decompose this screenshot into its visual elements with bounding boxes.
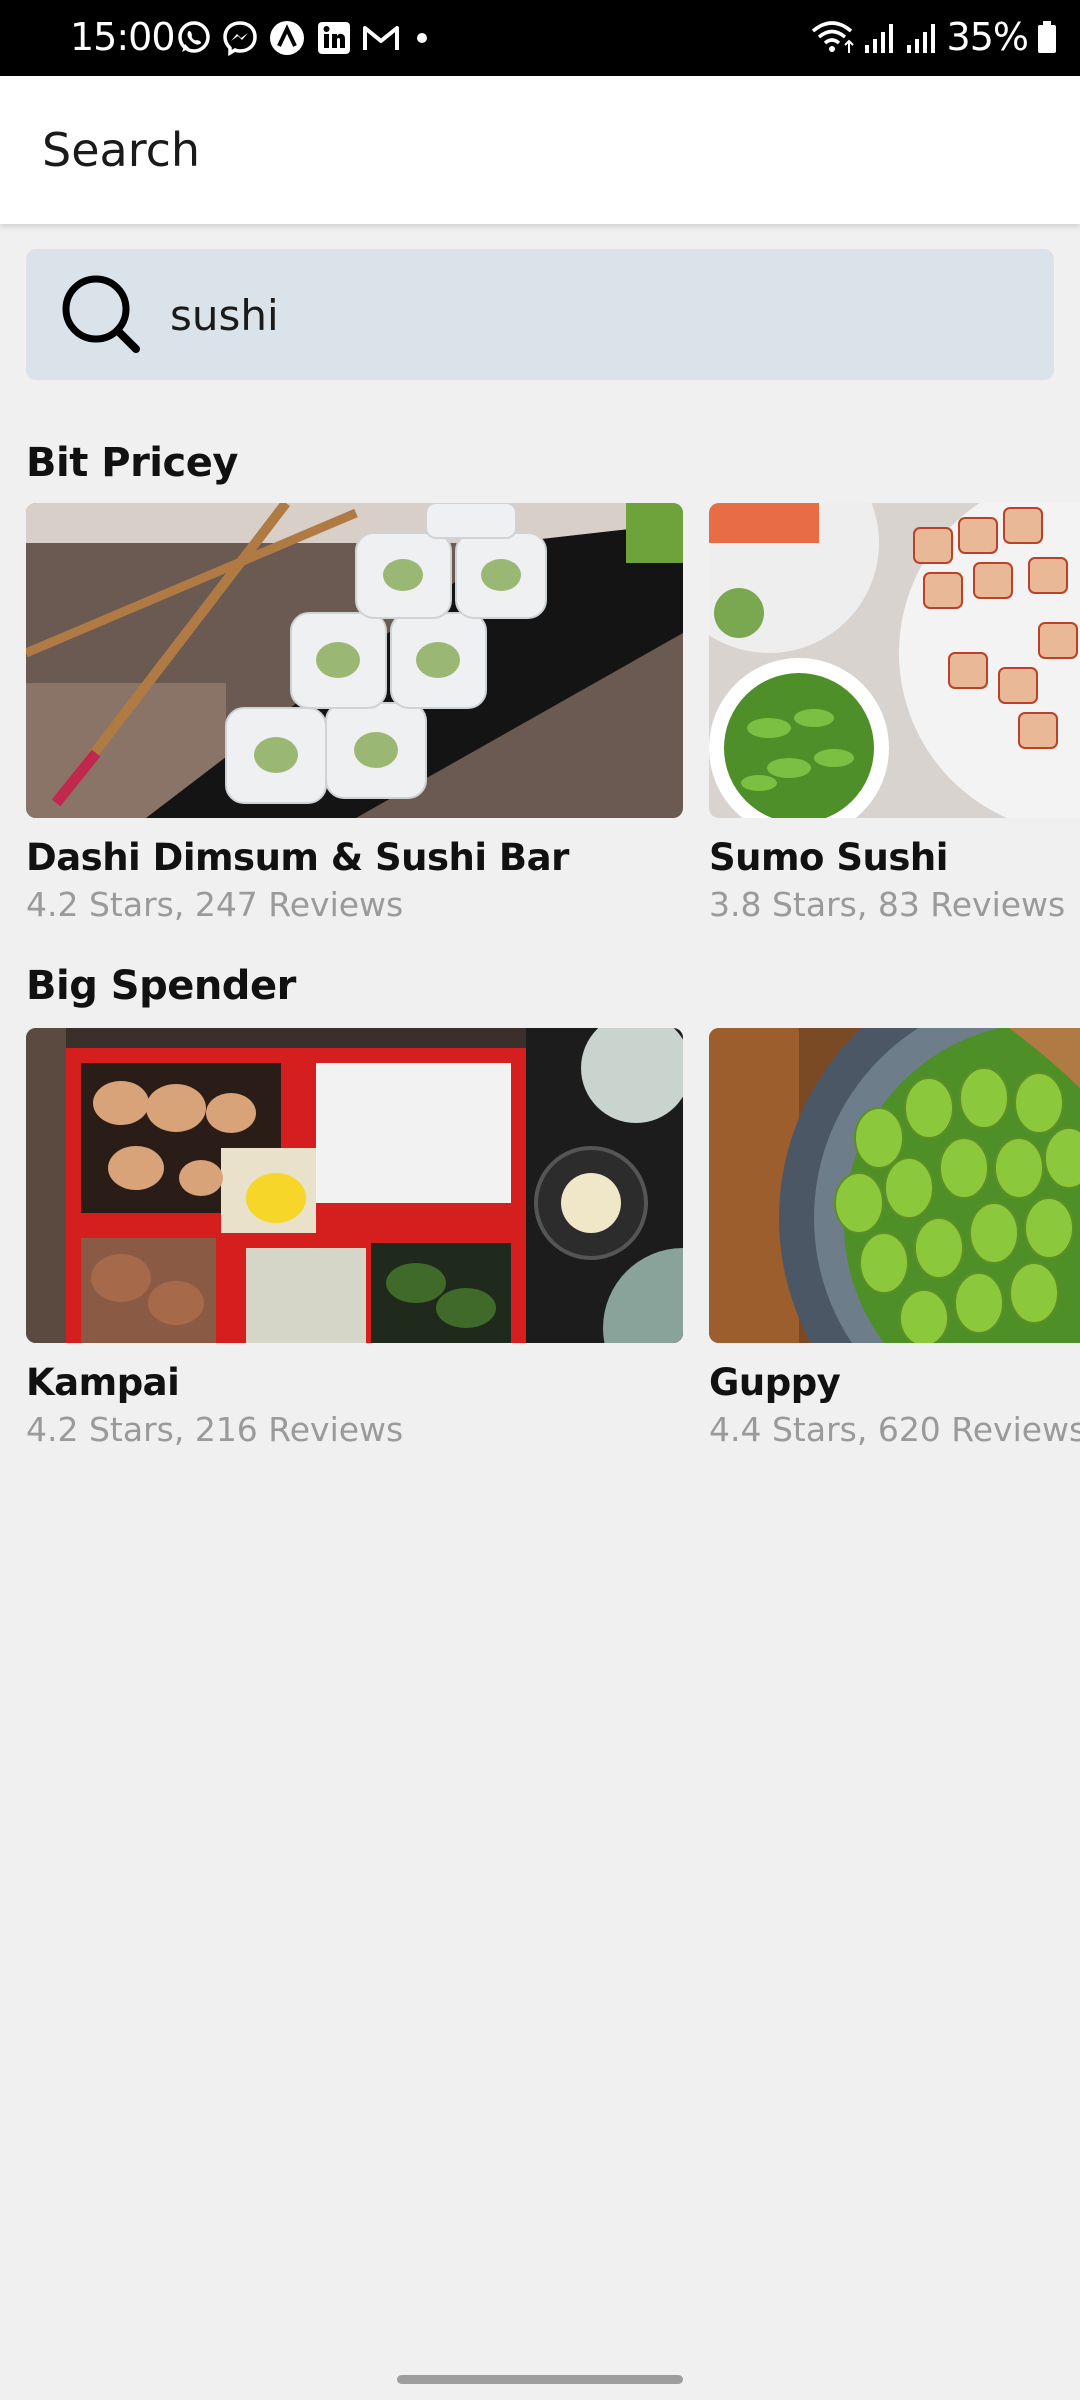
restaurant-image[interactable] — [709, 503, 1080, 818]
restaurant-image[interactable] — [709, 1028, 1080, 1343]
restaurant-rating: 3.8 Stars, 83 Reviews — [709, 885, 1066, 924]
section-title-big-spender: Big Spender — [26, 963, 296, 1009]
search-input[interactable] — [170, 285, 1010, 345]
messenger-icon — [223, 21, 257, 56]
restaurant-card[interactable]: Guppy 4.4 Stars, 620 Reviews — [709, 1028, 1080, 1453]
signal-icon-2 — [906, 24, 935, 53]
system-status: 35% — [809, 12, 1058, 62]
gmail-icon — [363, 26, 399, 50]
restaurant-card[interactable]: Sumo Sushi 3.8 Stars, 83 Reviews — [709, 503, 1080, 928]
battery-icon — [1038, 21, 1056, 53]
restaurant-card[interactable]: Dashi Dimsum & Sushi Bar 4.2 Stars, 247 … — [26, 503, 683, 928]
notification-icons — [176, 18, 434, 58]
restaurant-rating: 4.2 Stars, 216 Reviews — [26, 1410, 404, 1449]
restaurant-rating: 4.2 Stars, 247 Reviews — [26, 885, 404, 924]
search-bar[interactable] — [26, 249, 1054, 380]
status-bar: 15:00 35% — [0, 0, 1080, 76]
status-time: 15:00 — [70, 15, 176, 59]
signal-icon — [864, 24, 893, 53]
restaurant-name: Guppy — [709, 1361, 841, 1404]
search-icon[interactable] — [58, 271, 144, 357]
restaurant-image[interactable] — [26, 1028, 683, 1343]
home-indicator[interactable] — [397, 2375, 683, 2384]
section-title-bit-pricey: Bit Pricey — [26, 440, 238, 486]
restaurant-name: Dashi Dimsum & Sushi Bar — [26, 836, 569, 879]
restaurant-card[interactable]: Kampai 4.2 Stars, 216 Reviews — [26, 1028, 683, 1453]
app-bar: Search — [0, 76, 1080, 224]
arc-icon — [270, 21, 304, 55]
battery-percentage: 35% — [946, 15, 1029, 59]
page-title: Search — [42, 123, 201, 177]
linkedin-icon — [318, 22, 350, 54]
restaurant-name: Kampai — [26, 1361, 180, 1404]
restaurant-image[interactable] — [26, 503, 683, 818]
restaurant-rating: 4.4 Stars, 620 Reviews — [709, 1410, 1080, 1449]
wifi-icon — [811, 21, 854, 53]
dot-icon — [417, 33, 427, 43]
restaurant-name: Sumo Sushi — [709, 836, 948, 879]
whatsapp-icon — [178, 21, 210, 53]
